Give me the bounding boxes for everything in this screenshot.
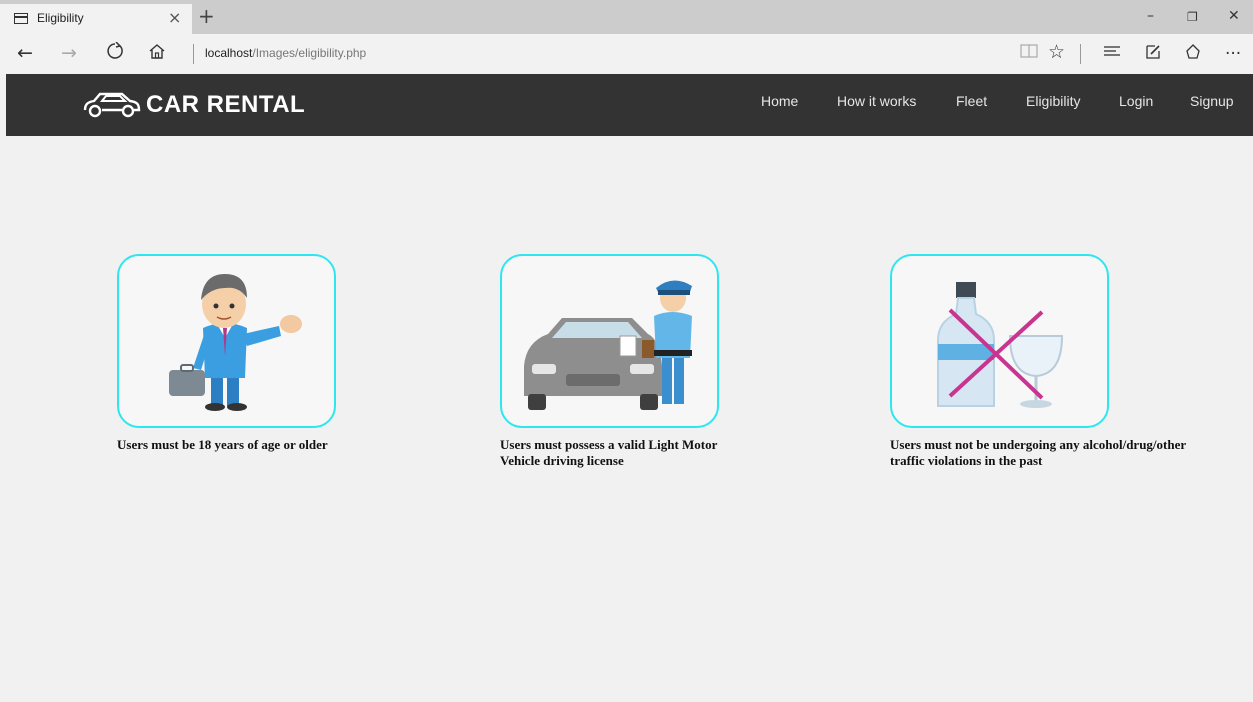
restore-button[interactable]: ❐ bbox=[1187, 10, 1198, 24]
url-path: /Images/eligibility.php bbox=[252, 46, 367, 60]
nav-fleet[interactable]: Fleet bbox=[956, 93, 987, 109]
back-arrow-icon[interactable]: ← bbox=[17, 42, 33, 64]
nav-signup[interactable]: Signup bbox=[1190, 93, 1234, 109]
close-window-button[interactable]: ✕ bbox=[1228, 8, 1240, 24]
browser-tab-strip: Eligibility × + – ❐ ✕ bbox=[0, 0, 1253, 34]
nav-home[interactable]: Home bbox=[761, 93, 798, 109]
favorite-star-icon[interactable]: ☆ bbox=[1048, 41, 1065, 63]
url-separator bbox=[193, 44, 194, 64]
new-tab-button[interactable]: + bbox=[198, 6, 215, 26]
nav-how-it-works[interactable]: How it works bbox=[837, 93, 916, 109]
car-logo-icon bbox=[83, 92, 141, 118]
site-logo[interactable]: CAR RENTAL bbox=[82, 90, 305, 120]
more-icon[interactable]: ··· bbox=[1225, 44, 1241, 64]
nav-eligibility[interactable]: Eligibility bbox=[1026, 93, 1080, 109]
browser-address-bar: ← → localhost/Images/eligibility.php ☆ ·… bbox=[0, 34, 1253, 74]
no-violations-requirement-text: Users must not be undergoing any alcohol… bbox=[890, 437, 1186, 468]
toolbar-separator bbox=[1080, 44, 1081, 64]
logo-text: CAR RENTAL bbox=[146, 91, 306, 118]
url-host: localhost bbox=[205, 46, 253, 60]
site-navbar: CAR RENTAL Home How it works Fleet Eligi… bbox=[6, 74, 1253, 136]
license-requirement-card bbox=[500, 254, 719, 428]
browser-tab[interactable]: Eligibility × bbox=[0, 4, 192, 34]
home-icon[interactable] bbox=[148, 42, 166, 65]
refresh-icon[interactable] bbox=[106, 41, 124, 65]
age-requirement-card bbox=[117, 254, 336, 428]
no-violations-requirement-card bbox=[890, 254, 1109, 428]
url-field[interactable]: localhost/Images/eligibility.php bbox=[205, 46, 366, 60]
tab-title: Eligibility bbox=[37, 11, 84, 25]
police-car-license-illustration bbox=[524, 280, 692, 410]
tab-close-icon[interactable]: × bbox=[168, 8, 181, 27]
license-requirement-text: Users must possess a valid Light Motor V… bbox=[500, 437, 718, 468]
age-requirement-text: Users must be 18 years of age or older bbox=[117, 437, 328, 452]
share-icon[interactable] bbox=[1184, 43, 1202, 66]
reading-view-icon[interactable] bbox=[1020, 43, 1038, 64]
businessman-illustration bbox=[169, 274, 302, 411]
hub-icon[interactable] bbox=[1103, 43, 1121, 64]
nav-login[interactable]: Login bbox=[1119, 93, 1153, 109]
no-alcohol-illustration bbox=[937, 282, 1064, 408]
page-tab-icon bbox=[14, 13, 28, 24]
forward-arrow-icon[interactable]: → bbox=[61, 42, 77, 64]
web-note-icon[interactable] bbox=[1144, 43, 1162, 66]
minimize-button[interactable]: – bbox=[1147, 8, 1154, 24]
